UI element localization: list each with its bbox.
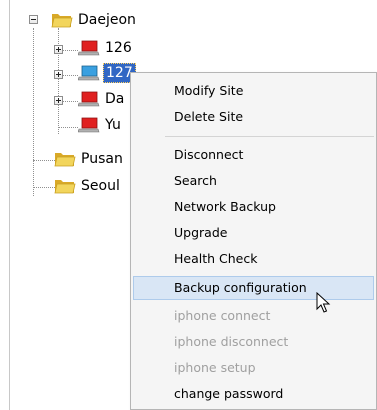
mouse-pointer-icon: [316, 292, 331, 313]
menu-item-search[interactable]: Search: [133, 169, 374, 193]
tree-node-pusan[interactable]: Pusan: [54, 149, 125, 169]
folder-open-icon: [54, 180, 76, 194]
tree-connector: [33, 160, 55, 161]
folder-open-icon: [54, 153, 76, 167]
menu-item-modify-site[interactable]: Modify Site: [133, 79, 374, 103]
menu-separator: [165, 136, 374, 137]
tree-node-label: Yu: [105, 117, 121, 133]
menu-item-change-password[interactable]: change password: [133, 382, 374, 406]
tree-node-site[interactable]: Da: [78, 89, 126, 109]
tree-connector: [58, 127, 78, 128]
tree-node-seoul[interactable]: Seoul: [54, 176, 122, 196]
tree-node-label: 126: [105, 40, 132, 56]
tree-node-daejeon[interactable]: Daejeon: [51, 10, 138, 30]
expand-toggle[interactable]: [54, 96, 63, 105]
computer-red-icon: [78, 40, 100, 56]
tree-node-site[interactable]: Yu: [78, 115, 123, 135]
pane-border: [9, 0, 10, 410]
tree-connector: [33, 28, 34, 196]
menu-item-disconnect[interactable]: Disconnect: [133, 143, 374, 167]
menu-item-iphone-disconnect[interactable]: iphone disconnect: [133, 330, 374, 354]
expand-toggle[interactable]: [54, 70, 63, 79]
menu-item-delete-site[interactable]: Delete Site: [133, 105, 374, 129]
menu-item-health-check[interactable]: Health Check: [133, 247, 374, 271]
tree-connector: [33, 187, 55, 188]
expand-toggle[interactable]: [54, 45, 63, 54]
tree-node-label: Seoul: [81, 178, 120, 194]
menu-item-backup-configuration[interactable]: Backup configuration: [133, 276, 374, 300]
computer-red-icon: [78, 117, 100, 133]
menu-item-network-backup[interactable]: Network Backup: [133, 195, 374, 219]
folder-open-icon: [51, 14, 73, 28]
computer-blue-icon: [78, 65, 100, 81]
tree-node-site-selected[interactable]: 127: [78, 63, 136, 83]
tree-node-label: Pusan: [81, 151, 123, 167]
menu-item-iphone-connect[interactable]: iphone connect: [133, 304, 374, 328]
computer-red-icon: [78, 91, 100, 107]
context-menu: Modify Site Delete Site Disconnect Searc…: [130, 72, 377, 410]
collapse-toggle[interactable]: [29, 15, 38, 24]
tree-node-label: Da: [105, 91, 125, 107]
tree-connector: [58, 28, 59, 134]
menu-item-iphone-setup[interactable]: iphone setup: [133, 356, 374, 380]
menu-item-upgrade[interactable]: Upgrade: [133, 221, 374, 245]
tree-node-label: Daejeon: [78, 12, 136, 28]
tree-node-site[interactable]: 126: [78, 38, 134, 58]
